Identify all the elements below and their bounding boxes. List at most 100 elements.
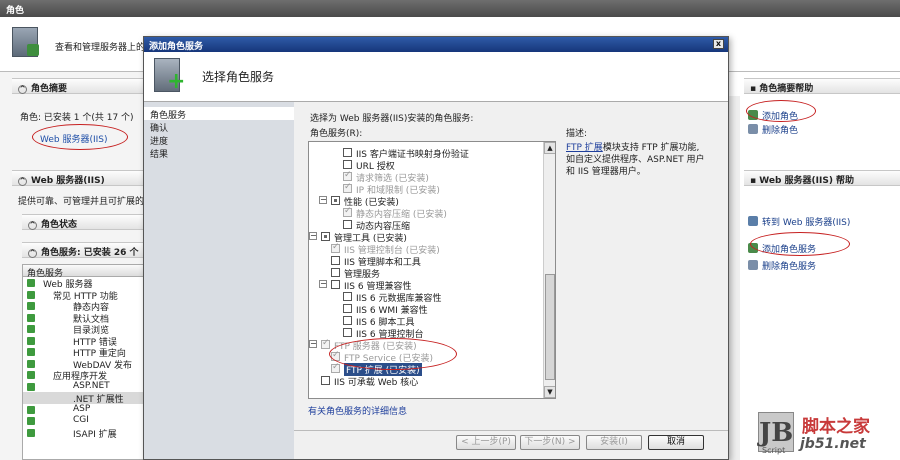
checkbox[interactable] xyxy=(321,376,330,385)
tree-item[interactable]: IIS 6 元数据库兼容性 xyxy=(309,291,545,304)
window-title: 角色 xyxy=(0,0,900,17)
checkbox[interactable] xyxy=(343,292,352,301)
checkbox[interactable] xyxy=(321,338,330,349)
checkbox[interactable] xyxy=(343,316,352,325)
remove-role-services-link[interactable]: 删除角色服务 xyxy=(762,259,816,272)
installed-icon xyxy=(27,325,35,333)
collapse-icon[interactable]: ^ xyxy=(28,221,37,230)
tree-item[interactable]: IIS 6 脚本工具 xyxy=(309,315,545,328)
scroll-thumb[interactable] xyxy=(545,274,555,380)
scroll-up-icon[interactable]: ▲ xyxy=(544,142,555,154)
list-item[interactable]: HTTP 错误 xyxy=(23,335,145,348)
checkbox[interactable] xyxy=(343,182,352,193)
prev-button[interactable]: < 上一步(P) xyxy=(456,435,516,450)
installed-icon xyxy=(27,336,35,345)
main-pane-scrollbar[interactable] xyxy=(728,96,740,460)
summary-help-bar[interactable]: ▪ 角色摘要帮助 xyxy=(744,78,900,94)
tree-item[interactable]: − 性能 (已安装) xyxy=(309,195,545,208)
checkbox[interactable] xyxy=(343,160,352,169)
tree-item[interactable]: − 管理工具 (已安装) xyxy=(309,231,545,244)
tree-item[interactable]: IIS 6 WMI 兼容性 xyxy=(309,303,545,316)
checkbox[interactable] xyxy=(321,232,330,241)
checkbox[interactable] xyxy=(331,268,340,277)
tree-item[interactable]: IP 和域限制 (已安装) xyxy=(309,182,545,196)
collapse-icon[interactable]: − xyxy=(309,340,317,348)
list-column-header[interactable]: 角色服务 xyxy=(23,265,145,279)
scroll-down-icon[interactable]: ▼ xyxy=(544,386,555,398)
checkbox[interactable] xyxy=(343,328,352,337)
list-item[interactable]: 默认文档 xyxy=(23,312,145,325)
dialog-banner: 选择角色服务 xyxy=(144,52,728,102)
list-item[interactable]: WebDAV 发布 xyxy=(23,358,145,371)
checkbox[interactable] xyxy=(343,170,352,181)
collapse-icon[interactable]: − xyxy=(319,196,327,204)
checkbox[interactable] xyxy=(331,196,340,205)
nav-progress[interactable]: 进度 xyxy=(144,133,294,147)
tree-item[interactable]: IIS 客户端证书映射身份验证 xyxy=(309,147,545,160)
tree-item[interactable]: 静态内容压缩 (已安装) xyxy=(309,206,545,220)
collapse-icon[interactable]: − xyxy=(319,280,327,288)
collapse-icon[interactable]: ^ xyxy=(18,177,27,186)
role-services-list[interactable]: 角色服务 Web 服务器 常见 HTTP 功能 静态内容 默认文档 目录浏览 H… xyxy=(22,264,146,460)
next-button[interactable]: 下一步(N) > xyxy=(520,435,580,450)
site-url: jb51.net xyxy=(800,436,866,452)
list-item[interactable]: 应用程序开发 xyxy=(23,369,145,382)
nav-confirm[interactable]: 确认 xyxy=(144,120,294,134)
role-summary-bar[interactable]: ^ 角色摘要 xyxy=(12,78,145,94)
list-item[interactable]: ISAPI 扩展 xyxy=(23,427,145,440)
cancel-button[interactable]: 取消 xyxy=(648,435,704,450)
checkbox[interactable] xyxy=(343,148,352,157)
list-item[interactable]: .NET 扩展性 xyxy=(23,392,145,405)
tree-item[interactable]: IIS 管理脚本和工具 xyxy=(309,255,545,268)
more-info-link[interactable]: 有关角色服务的详细信息 xyxy=(308,404,407,417)
checkbox[interactable] xyxy=(343,220,352,229)
banner-title: 选择角色服务 xyxy=(202,70,275,84)
goto-iis-link[interactable]: 转到 Web 服务器(IIS) xyxy=(762,215,850,228)
iis-help-bar[interactable]: ▪ Web 服务器(IIS) 帮助 xyxy=(744,170,900,186)
installed-icon xyxy=(27,279,35,287)
list-item[interactable]: 静态内容 xyxy=(23,300,145,313)
tree-item[interactable]: 管理服务 xyxy=(309,267,545,280)
close-button[interactable]: x xyxy=(713,39,724,49)
checkbox[interactable] xyxy=(331,280,340,289)
role-services-bar[interactable]: ^ 角色服务: 已安装 26 个 xyxy=(22,242,145,258)
nav-results[interactable]: 结果 xyxy=(144,146,294,160)
checkbox[interactable] xyxy=(331,242,340,253)
list-item[interactable]: 目录浏览 xyxy=(23,323,145,336)
tree-item[interactable]: 动态内容压缩 xyxy=(309,219,545,232)
tree-item[interactable]: IIS 6 管理控制台 xyxy=(309,327,545,340)
collapse-icon[interactable]: ^ xyxy=(28,249,37,258)
list-item[interactable]: Web 服务器 xyxy=(23,277,145,290)
tree-item[interactable]: 请求筛选 (已安装) xyxy=(309,170,545,184)
install-button[interactable]: 安装(I) xyxy=(586,435,642,450)
tree-item[interactable]: URL 授权 xyxy=(309,159,545,172)
checkbox[interactable] xyxy=(331,256,340,265)
role-status-bar[interactable]: ^ 角色状态 xyxy=(22,214,145,230)
installed-icon xyxy=(27,371,35,379)
installed-icon xyxy=(27,290,35,299)
collapse-icon[interactable]: ^ xyxy=(18,85,27,94)
checkbox[interactable] xyxy=(343,206,352,217)
collapse-icon[interactable]: − xyxy=(309,232,317,240)
tree-item[interactable]: IIS 可承载 Web 核心 xyxy=(309,375,545,388)
tree-item[interactable]: IIS 管理控制台 (已安装) xyxy=(309,242,545,256)
goto-icon xyxy=(748,216,758,226)
installed-icon xyxy=(27,405,35,414)
installed-icon xyxy=(27,359,35,368)
wizard-nav: 角色服务 确认 进度 结果 xyxy=(144,102,294,459)
add-role-services-dialog: 添加角色服务 x 选择角色服务 角色服务 确认 进度 结果 选择为 Web 服务… xyxy=(143,36,729,460)
list-item[interactable]: CGI xyxy=(23,415,145,427)
nav-role-services[interactable]: 角色服务 xyxy=(144,107,294,121)
checkbox[interactable] xyxy=(343,304,352,313)
remove-role-link[interactable]: 删除角色 xyxy=(762,123,798,136)
role-services-tree[interactable]: IIS 客户端证书映射身份验证 URL 授权 请求筛选 (已安装) IP 和域限… xyxy=(308,141,556,399)
list-item[interactable]: 常见 HTTP 功能 xyxy=(23,289,145,302)
tree-item[interactable]: − IIS 6 管理兼容性 xyxy=(309,279,545,292)
checkbox[interactable] xyxy=(331,362,340,373)
list-item[interactable]: ASP xyxy=(23,404,145,416)
list-item[interactable]: ASP.NET xyxy=(23,381,145,393)
list-item[interactable]: HTTP 重定向 xyxy=(23,346,145,359)
tree-scrollbar[interactable]: ▲ ▼ xyxy=(543,142,555,398)
web-server-section-bar[interactable]: ^ Web 服务器(IIS) xyxy=(12,170,145,186)
dialog-titlebar[interactable]: 添加角色服务 x xyxy=(144,37,728,52)
